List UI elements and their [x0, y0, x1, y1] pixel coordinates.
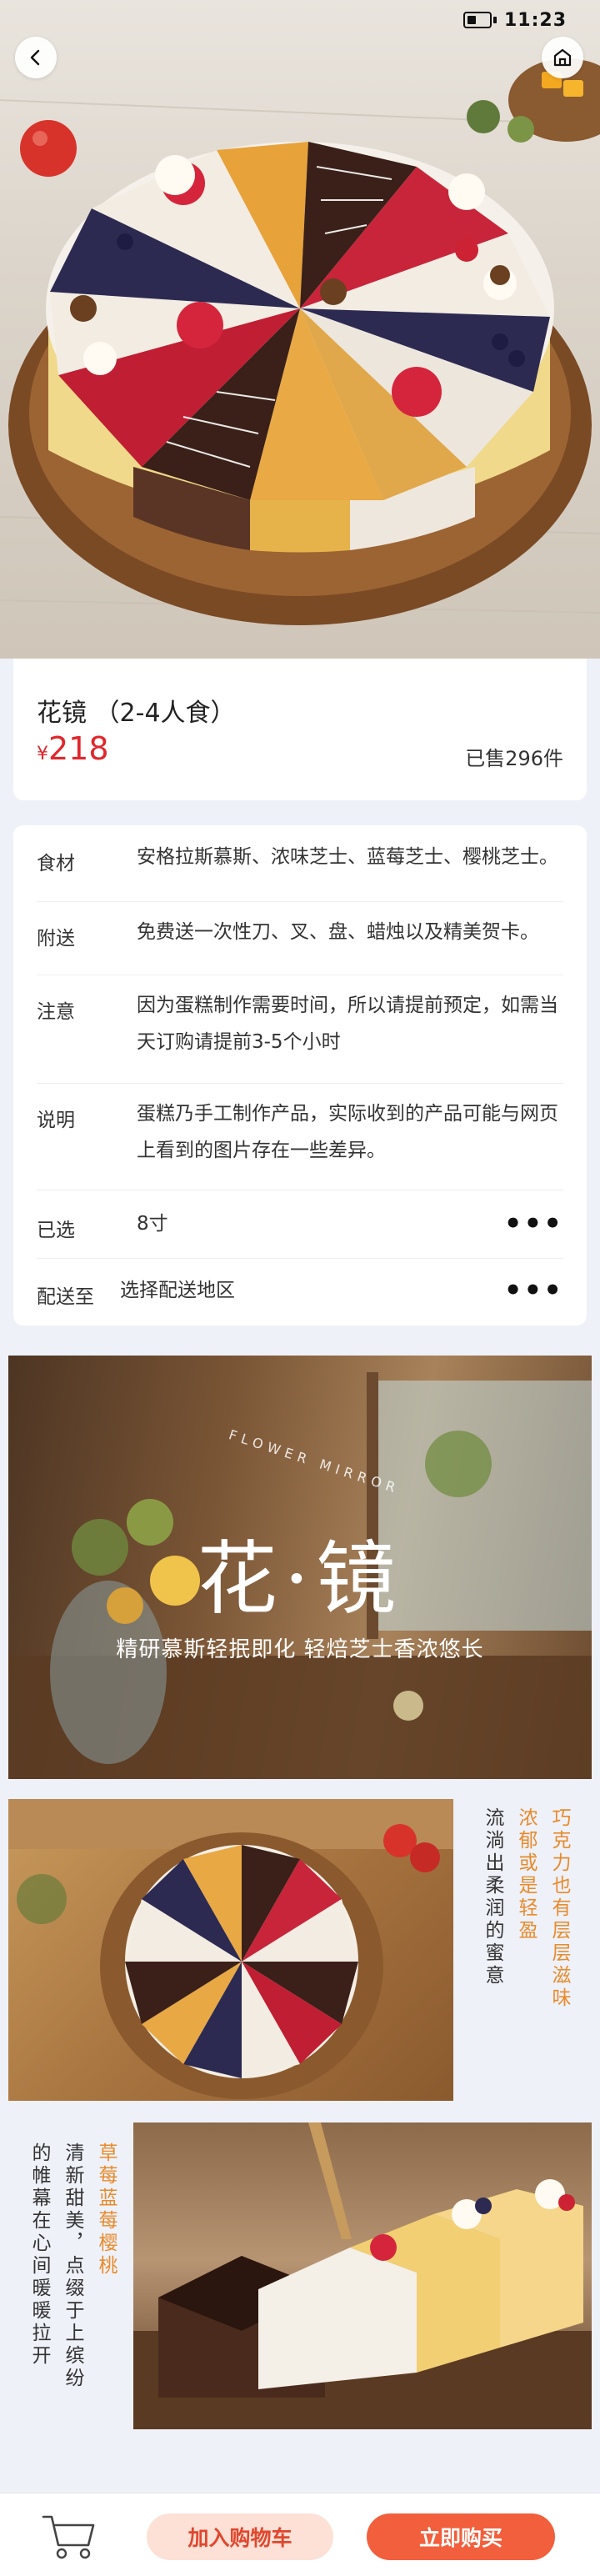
- detail-value: 安格拉斯慕斯、浓味芝士、蓝莓芝士、樱桃芝士。: [137, 846, 558, 868]
- price-currency: ¥: [37, 744, 48, 764]
- add-to-cart-button[interactable]: 加入购物车: [147, 2513, 333, 2560]
- product-price: ¥218: [37, 730, 109, 767]
- detail-row-ingredients: 食材 安格拉斯慕斯、浓味芝士、蓝莓芝士、樱桃芝士。: [37, 825, 563, 902]
- detail-row-delivery[interactable]: 配送至 选择配送地区 •••: [37, 1259, 563, 1326]
- sold-count: 已售296件: [465, 747, 563, 770]
- detail-row-description: 说明 蛋糕乃手工制作产品，实际收到的产品可能与网页上看到的图片存在一些差异。: [37, 1084, 563, 1190]
- chevron-left-icon: [30, 49, 40, 66]
- battery-icon: [463, 12, 492, 28]
- detail-label: 说明: [37, 1110, 75, 1131]
- brand-banner: FLOWER MIRROR 花·镜 精研慕斯轻抿即化 轻焙芝士香浓悠长: [8, 1356, 592, 1779]
- detail-value: 免费送一次性刀、叉、盘、蜡烛以及精美贺卡。: [137, 921, 539, 943]
- detail-value: 蛋糕乃手工制作产品，实际收到的产品可能与网页上看到的图片存在一些差异。: [137, 1103, 558, 1161]
- detail-label: 附送: [37, 928, 75, 950]
- section3-text-col3: 的帷幕在心间暖暖拉开: [28, 2142, 50, 2368]
- status-bar: 11:23: [0, 0, 600, 40]
- price-value: 218: [48, 730, 109, 767]
- banner-title: 花·镜: [197, 1532, 403, 1626]
- cake-slices-image: [133, 2122, 592, 2429]
- more-icon[interactable]: •••: [504, 1276, 563, 1305]
- section2-text-col1: 巧克力也有层层滋味: [548, 1807, 570, 2010]
- bottom-action-bar: 加入购物车 立即购买: [0, 2493, 600, 2576]
- cake-slices-illustration: [133, 2122, 592, 2429]
- detail-row-selected[interactable]: 已选 8寸 •••: [37, 1190, 563, 1259]
- detail-label: 已选: [37, 1220, 75, 1241]
- home-button[interactable]: [542, 37, 583, 78]
- home-icon: [553, 48, 572, 67]
- cake-illustration: [0, 58, 600, 625]
- status-time: 11:23: [503, 10, 567, 31]
- more-icon[interactable]: •••: [504, 1210, 563, 1238]
- delivery-region: 选择配送地区: [120, 1280, 235, 1301]
- buy-now-button[interactable]: 立即购买: [367, 2513, 555, 2560]
- detail-label: 注意: [37, 1001, 75, 1023]
- detail-row-notice: 注意 因为蛋糕制作需要时间，所以请提前预定，如需当天订购请提前3-5个小时: [37, 975, 563, 1084]
- detail-label: 配送至: [37, 1286, 94, 1308]
- product-info-card: 花镜 （2-4人食） ¥218 已售296件: [13, 659, 587, 800]
- cake-topview-image: [8, 1799, 453, 2101]
- detail-value: 因为蛋糕制作需要时间，所以请提前预定，如需当天订购请提前3-5个小时: [137, 995, 558, 1053]
- section2-text-col2: 浓郁或是轻盈: [515, 1807, 537, 1942]
- cart-button[interactable]: [40, 2512, 98, 2562]
- product-details-card: 食材 安格拉斯慕斯、浓味芝士、蓝莓芝士、樱桃芝士。 附送 免费送一次性刀、叉、盘…: [13, 825, 587, 1326]
- section3-text-col1: 草莓蓝莓樱桃: [95, 2142, 117, 2278]
- product-name: 花镜 （2-4人食）: [37, 699, 236, 728]
- detail-row-gifts: 附送 免费送一次性刀、叉、盘、蜡烛以及精美贺卡。: [37, 902, 563, 975]
- product-hero-image: [0, 0, 600, 659]
- banner-subtitle: 精研慕斯轻抿即化 轻焙芝士香浓悠长: [116, 1637, 484, 1662]
- back-button[interactable]: [15, 37, 57, 78]
- battery-cap: [493, 17, 497, 23]
- detail-label: 食材: [37, 853, 75, 875]
- shopping-cart-icon: [42, 2515, 95, 2559]
- section3-text-col2: 清新甜美，点缀于上缤纷: [62, 2142, 83, 2390]
- cake-topview-illustration: [8, 1799, 453, 2099]
- section2-text-col3: 流淌出柔润的蜜意: [482, 1807, 503, 1987]
